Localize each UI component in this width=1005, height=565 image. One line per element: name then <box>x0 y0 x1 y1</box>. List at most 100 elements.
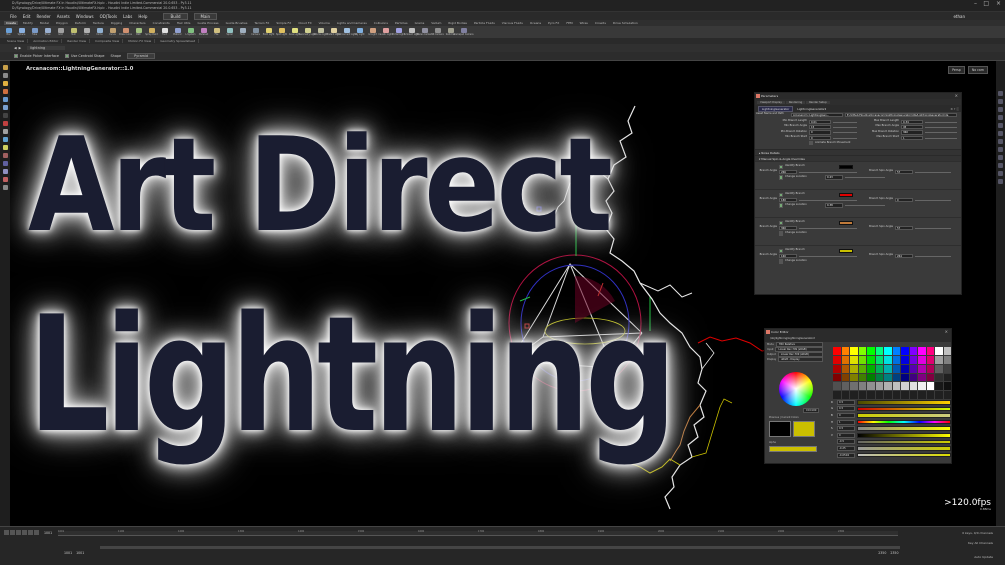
pane-tab[interactable]: Animation Editor <box>30 39 63 43</box>
view-tool-icon[interactable] <box>2 129 8 134</box>
wireframe-icon[interactable] <box>998 107 1003 112</box>
shelf-tool[interactable]: Grid <box>55 27 66 38</box>
palette-swatch[interactable] <box>926 355 934 364</box>
palette-swatch[interactable] <box>909 364 917 373</box>
channel-value[interactable]: -0.0504 <box>837 452 855 458</box>
shelf-tab[interactable]: Pyro FX <box>546 21 561 25</box>
angle-field[interactable]: 160 <box>779 253 797 259</box>
palette-swatch[interactable] <box>901 382 909 391</box>
parameters-titlebar[interactable]: Parameters × <box>755 93 961 99</box>
lighting-icon[interactable] <box>998 115 1003 120</box>
shelf-tab[interactable]: Constraints <box>151 21 172 25</box>
palette-swatch[interactable] <box>935 391 943 399</box>
angle-slider[interactable] <box>799 255 857 257</box>
shelf-tab[interactable]: FEM <box>564 21 574 25</box>
pane-tab[interactable]: Composite View <box>92 39 124 43</box>
shelf-tool[interactable]: Null <box>68 27 79 38</box>
range-start-field[interactable]: 1001 <box>64 551 72 555</box>
menu-windows[interactable]: Windows <box>76 14 94 19</box>
branch-color-swatch[interactable] <box>839 248 853 253</box>
use-centroid-toggle[interactable]: Use Centroid Shape <box>64 54 105 58</box>
param-slider[interactable] <box>925 121 957 123</box>
param-slider[interactable] <box>833 121 857 123</box>
angle-slider[interactable] <box>799 227 857 229</box>
shelf-tab[interactable]: Modify <box>21 21 35 25</box>
maximize-icon[interactable]: □ <box>983 1 989 7</box>
select-tool-icon[interactable] <box>2 65 8 70</box>
param-field[interactable]: 0 <box>809 135 831 140</box>
menu-help[interactable]: Help <box>138 14 147 19</box>
shelf-tab[interactable]: Collisions <box>372 21 390 25</box>
channel-value[interactable]: -0.5 <box>837 439 855 445</box>
next-frame-icon[interactable] <box>28 530 33 535</box>
shelf-tab[interactable]: Guide Brushes <box>224 21 250 25</box>
palette-swatch[interactable] <box>867 355 875 364</box>
palette-swatch[interactable] <box>926 347 934 355</box>
palette-swatch[interactable] <box>935 373 943 382</box>
light-tool-icon[interactable] <box>2 145 8 150</box>
palette-swatch[interactable] <box>918 364 926 373</box>
shelf-tool[interactable]: Platonic <box>172 27 183 38</box>
palette-swatch[interactable] <box>935 347 943 355</box>
shelf-tab[interactable]: Drive Simulation <box>611 21 640 25</box>
param-slider[interactable] <box>925 132 957 134</box>
network-selector[interactable]: Main <box>193 12 218 20</box>
branch-color-swatch[interactable] <box>839 164 853 169</box>
palette-swatch[interactable] <box>935 382 943 391</box>
shelf-tab[interactable]: Terrain FX <box>252 21 271 25</box>
location-field[interactable]: 0.38 <box>825 203 843 208</box>
shelf-tab[interactable]: Deform <box>73 21 88 25</box>
palette-swatch[interactable] <box>918 382 926 391</box>
palette-swatch[interactable] <box>884 373 892 382</box>
close-icon[interactable]: × <box>996 1 1001 7</box>
param-slider[interactable] <box>925 126 957 128</box>
palette-swatch[interactable] <box>909 391 917 399</box>
spin-slider[interactable] <box>915 255 951 257</box>
shelf-tab[interactable]: Particle Fluids <box>472 21 497 25</box>
range-end2-field[interactable]: 2350 <box>890 551 898 555</box>
param-slider[interactable] <box>925 137 957 139</box>
asset-path-field[interactable]: E:/github/Houdini/Arcanacom/LightningGen… <box>845 112 957 117</box>
palette-swatch[interactable] <box>892 373 900 382</box>
channel-slider[interactable] <box>857 413 951 418</box>
palette-swatch[interactable] <box>858 355 866 364</box>
palette-swatch[interactable] <box>850 373 858 382</box>
palette-swatch[interactable] <box>841 364 849 373</box>
location-slider[interactable] <box>845 177 885 179</box>
shelf-tool[interactable]: Spot Light <box>276 27 287 38</box>
palette-swatch[interactable] <box>901 373 909 382</box>
tab-render-setup[interactable]: Render Setup <box>806 100 830 104</box>
prev-frame-icon[interactable] <box>10 530 15 535</box>
shelf-tool[interactable]: Geometry Light <box>299 27 316 38</box>
branch-color-swatch[interactable] <box>839 192 853 197</box>
rotate-tool-icon[interactable] <box>2 81 8 86</box>
palette-swatch[interactable] <box>909 382 917 391</box>
network-path[interactable]: lightning <box>27 46 66 50</box>
shelf-tool[interactable]: Font <box>159 27 170 38</box>
palette-swatch[interactable] <box>850 391 858 399</box>
channel-slider[interactable] <box>857 426 951 431</box>
render-region-icon[interactable] <box>2 153 8 158</box>
angle-slider[interactable] <box>799 199 857 201</box>
channel-slider[interactable] <box>857 433 951 438</box>
palette-swatch[interactable] <box>918 373 926 382</box>
palette-swatch[interactable] <box>918 355 926 364</box>
menu-assets[interactable]: Assets <box>57 14 70 19</box>
palette-swatch[interactable] <box>884 382 892 391</box>
shelf-tab[interactable]: Particles <box>393 21 410 25</box>
channel-value[interactable]: 1 <box>837 419 855 425</box>
shelf-tab[interactable]: Lights and Cameras <box>335 21 369 25</box>
camera-view-icon[interactable] <box>998 179 1003 184</box>
spin-field[interactable]: 264 <box>895 253 913 259</box>
tab-rendering[interactable]: Rendering <box>785 100 806 104</box>
palette-swatch[interactable] <box>875 391 883 399</box>
shelf-tool[interactable]: Metaball <box>198 27 209 38</box>
palette-swatch[interactable] <box>858 391 866 399</box>
palette-swatch[interactable] <box>901 347 909 355</box>
key-all-button[interactable]: Key All Channels <box>968 541 993 545</box>
frame-ruler[interactable]: 1001 1100 1200 1300 1400 1500 1600 1700 1800 1900… <box>58 530 898 536</box>
palette-swatch[interactable] <box>926 391 934 399</box>
shelf-tool[interactable]: Sphere <box>16 27 27 38</box>
palette-swatch[interactable] <box>875 382 883 391</box>
shelf-tab[interactable]: Polygon <box>54 21 70 25</box>
